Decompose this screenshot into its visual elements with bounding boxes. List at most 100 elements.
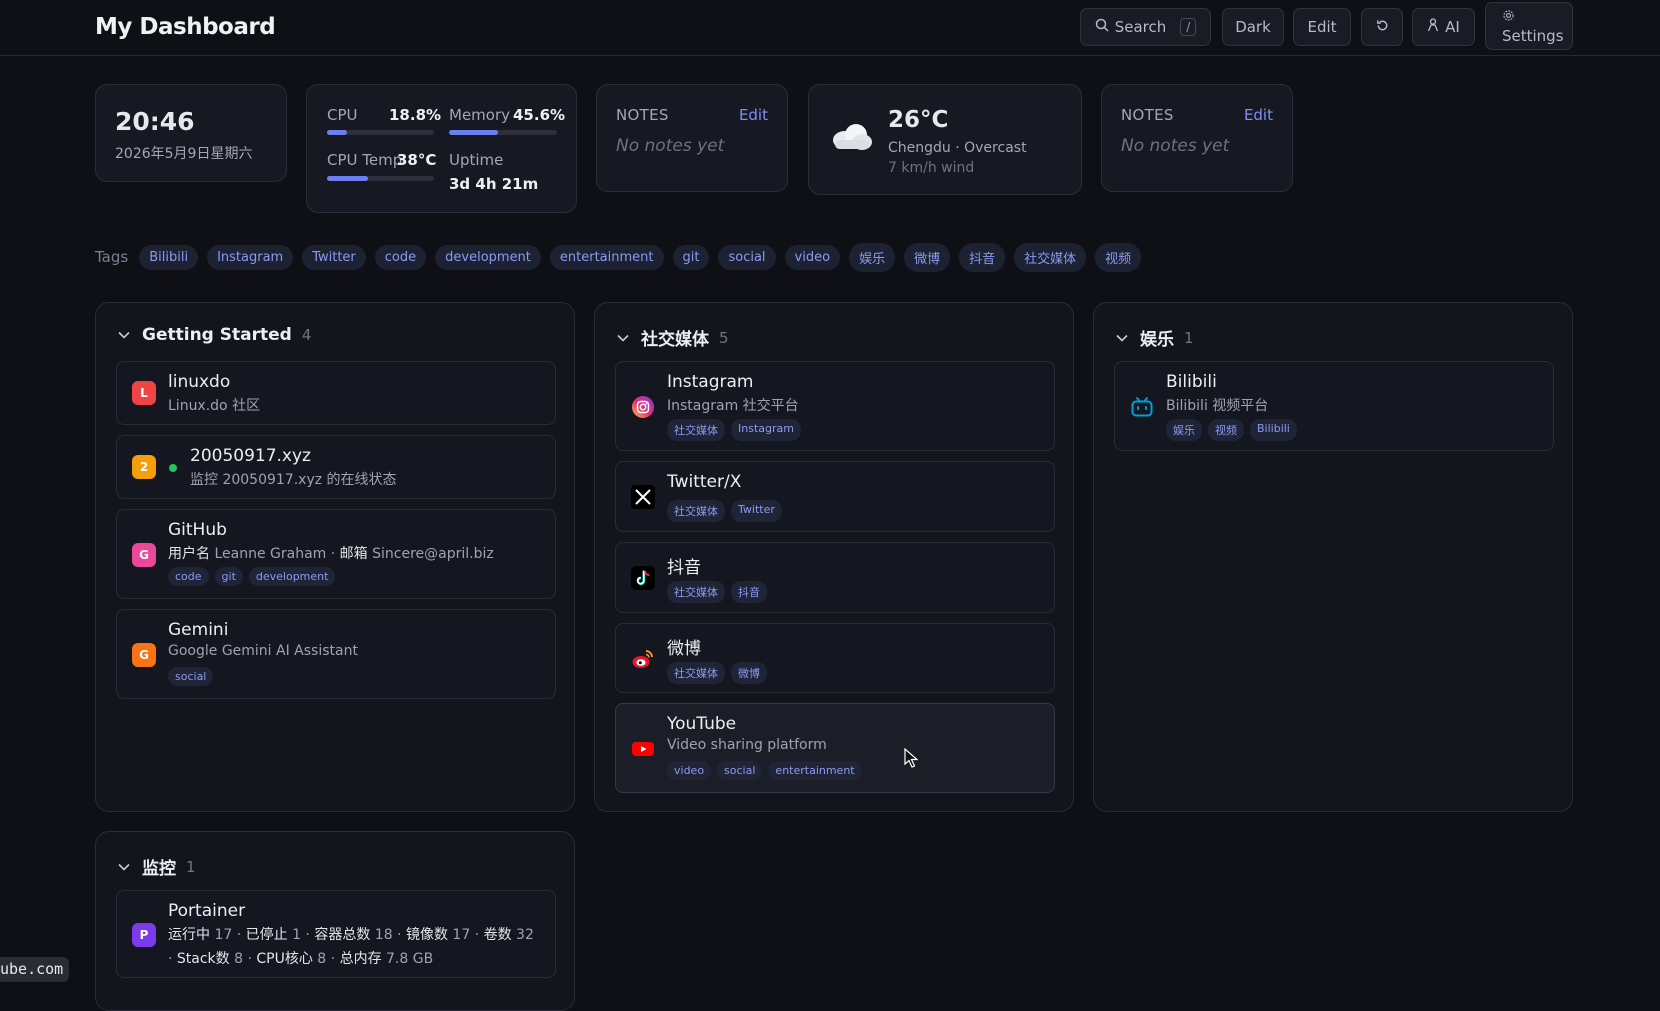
group-header[interactable]: 娱乐 1	[1114, 325, 1194, 350]
weibo-icon	[631, 647, 655, 675]
tag-chip[interactable]: entertainment	[549, 244, 664, 270]
bookmark-name: 微博	[667, 639, 701, 659]
tag-chip[interactable]: social	[718, 244, 776, 270]
cloud-icon	[829, 121, 873, 155]
group-count: 4	[301, 326, 312, 344]
notes-title: NOTES	[616, 106, 669, 124]
cpu-bar	[327, 130, 434, 135]
bookmark-tag[interactable]: git	[214, 567, 243, 586]
bookmark-tag[interactable]: social	[717, 761, 763, 780]
bookmark-douyin[interactable]: 抖音 社交媒体 抖音	[615, 542, 1055, 613]
tag-chip[interactable]: 微博	[904, 242, 951, 272]
bookmark-name: Instagram	[667, 372, 754, 392]
bookmark-tag[interactable]: Instagram	[731, 419, 801, 441]
tag-chip[interactable]: 视频	[1095, 242, 1142, 272]
tag-chip[interactable]: code	[374, 244, 427, 270]
bookmark-desc: Video sharing platform	[667, 737, 827, 753]
bookmark-20050917-xyz[interactable]: 2 20050917.xyz 监控 20050917.xyz 的在线状态	[116, 435, 556, 499]
ai-button[interactable]: AI	[1412, 8, 1475, 46]
tag-chip[interactable]: 抖音	[959, 242, 1006, 272]
group-title: 娱乐	[1140, 330, 1174, 350]
bookmark-name: Bilibili	[1166, 372, 1217, 392]
chevron-down-icon	[116, 859, 132, 875]
tag-chip[interactable]: video	[784, 244, 841, 270]
stat-value: 1	[287, 927, 301, 943]
system-stats-widget: CPU 18.8% Memory 45.6% CPU Temp 38°C Upt…	[306, 84, 577, 213]
refresh-button[interactable]	[1361, 8, 1403, 46]
bookmark-tag[interactable]: 抖音	[731, 581, 767, 603]
letter-avatar: L	[132, 381, 156, 405]
bookmark-tag[interactable]: entertainment	[768, 761, 862, 780]
memory-label: Memory	[449, 106, 511, 124]
tag-chip[interactable]: git	[672, 244, 710, 270]
bookmark-bilibili[interactable]: Bilibili Bilibili 视频平台 娱乐 视频 Bilibili	[1114, 361, 1554, 451]
mouse-cursor-icon	[904, 747, 919, 772]
notes-edit-button[interactable]: Edit	[739, 106, 768, 124]
bookmark-tag[interactable]: Bilibili	[1250, 419, 1297, 441]
bookmark-tags: video social entertainment	[667, 761, 862, 780]
url-status-toast: ube.com	[0, 957, 70, 982]
tag-chip[interactable]: Twitter	[302, 244, 366, 270]
group-header[interactable]: Getting Started 4	[116, 325, 311, 345]
search-button[interactable]: Search /	[1080, 8, 1211, 46]
bookmark-name: 抖音	[667, 558, 701, 578]
bookmark-tag[interactable]: 微博	[731, 662, 767, 684]
clock-widget: 20:46 2026年5月9日星期六	[95, 84, 287, 182]
group-monitoring: 监控 1 P Portainer 运行中 17 · 已停止 1 · 容器总数 1…	[95, 831, 575, 1011]
group-getting-started: Getting Started 4 L linuxdo Linux.do 社区 …	[95, 302, 575, 812]
group-count: 5	[719, 328, 729, 347]
bookmark-name: Portainer	[168, 901, 246, 921]
bookmark-name: YouTube	[667, 714, 737, 734]
bookmark-gemini[interactable]: G Gemini Google Gemini AI Assistant soci…	[116, 609, 556, 699]
notes-edit-button[interactable]: Edit	[1244, 106, 1273, 124]
bookmark-tag[interactable]: video	[667, 761, 712, 780]
bookmark-tag[interactable]: social	[168, 667, 214, 686]
bookmark-portainer[interactable]: P Portainer 运行中 17 · 已停止 1 · 容器总数 18 · 镜…	[116, 890, 556, 978]
settings-button[interactable]: Settings	[1485, 2, 1573, 50]
bookmark-linuxdo[interactable]: L linuxdo Linux.do 社区	[116, 361, 556, 425]
group-count: 1	[186, 857, 196, 876]
bookmark-weibo[interactable]: 微博 社交媒体 微博	[615, 623, 1055, 693]
bookmark-youtube[interactable]: YouTube Video sharing platform video soc…	[615, 703, 1055, 793]
tag-chip[interactable]: development	[435, 244, 541, 270]
stat-value: 17	[210, 927, 233, 943]
instagram-icon	[631, 395, 655, 423]
tag-chip[interactable]: 娱乐	[849, 242, 896, 272]
tag-chip[interactable]: Instagram	[207, 244, 294, 270]
x-logo-icon	[631, 485, 655, 513]
weather-wind: 7 km/h wind	[888, 160, 975, 176]
bookmark-github[interactable]: G GitHub 用户名 Leanne Graham · 邮箱 Sincere@…	[116, 509, 556, 599]
edit-button[interactable]: Edit	[1293, 8, 1351, 46]
douyin-icon	[631, 566, 655, 594]
portainer-stats-line-1: 运行中 17 · 已停止 1 · 容器总数 18 · 镜像数 17 · 卷数 3…	[168, 927, 534, 943]
bookmark-tag[interactable]: 社交媒体	[667, 581, 725, 603]
bookmark-desc: Google Gemini AI Assistant	[168, 643, 358, 659]
bookmark-tag[interactable]: code	[168, 567, 209, 586]
bookmark-tag[interactable]: 视频	[1208, 419, 1244, 441]
letter-avatar: P	[132, 923, 156, 947]
bookmark-tag[interactable]: 娱乐	[1166, 419, 1202, 441]
bookmark-tag[interactable]: 社交媒体	[667, 419, 725, 441]
group-header[interactable]: 监控 1	[116, 854, 196, 879]
stat-key: CPU核心	[256, 951, 313, 967]
group-header[interactable]: 社交媒体 5	[615, 325, 729, 350]
bookmark-tag[interactable]: Twitter	[731, 500, 782, 522]
tag-chip[interactable]: Bilibili	[139, 244, 199, 270]
bookmark-tag[interactable]: development	[248, 567, 336, 586]
bookmark-instagram[interactable]: Instagram Instagram 社交平台 社交媒体 Instagram	[615, 361, 1055, 451]
cpu-temp-bar	[327, 176, 434, 181]
bookmark-name: Twitter/X	[667, 472, 742, 492]
bookmark-twitter-x[interactable]: Twitter/X 社交媒体 Twitter	[615, 461, 1055, 532]
theme-toggle-button[interactable]: Dark	[1222, 8, 1284, 46]
ai-icon	[1427, 18, 1439, 36]
bookmark-tag[interactable]: 社交媒体	[667, 500, 725, 522]
stat-value: 8	[312, 951, 327, 967]
notes-empty-text: No notes yet	[616, 136, 725, 156]
group-count: 1	[1184, 328, 1194, 347]
bookmark-tag[interactable]: 社交媒体	[667, 662, 725, 684]
chevron-down-icon	[615, 330, 631, 346]
bookmark-desc: 用户名 Leanne Graham · 邮箱 Sincere@april.biz	[168, 546, 494, 562]
stat-key: 镜像数	[405, 927, 448, 943]
weather-location: Chengdu · Overcast	[888, 140, 1027, 156]
tag-chip[interactable]: 社交媒体	[1014, 242, 1087, 272]
